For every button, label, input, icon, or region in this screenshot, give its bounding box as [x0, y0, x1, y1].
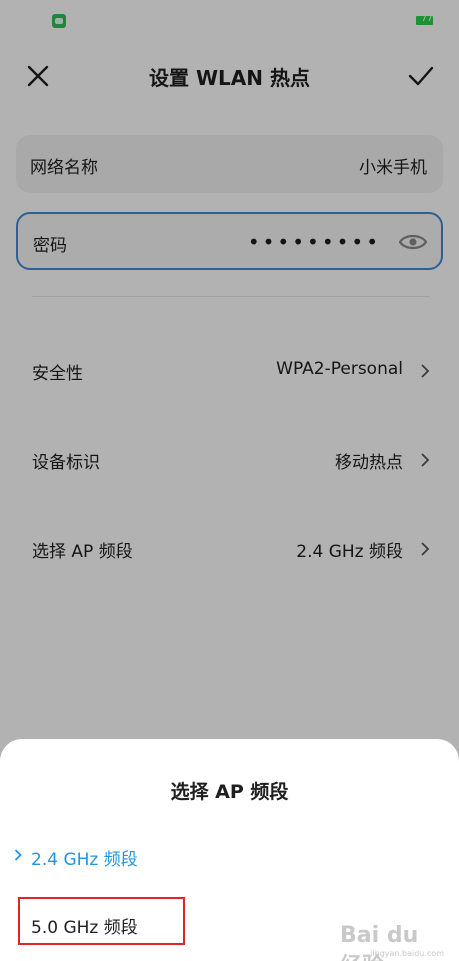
watermark: Bai du 经验 jingyan.baidu.com — [340, 915, 450, 961]
sheet-title: 选择 AP 频段 — [170, 781, 289, 803]
screen: 1:54 4G 77 设置 WLAN 热点 网络名称 小米手机 密码 •••••… — [0, 0, 459, 961]
selected-chevron-icon — [14, 849, 22, 861]
band-picker-sheet: 选择 AP 频段 2.4 GHz 频段 5.0 GHz 频段 Bai du 经验… — [0, 739, 459, 961]
watermark-url: jingyan.baidu.com — [370, 949, 444, 958]
option-2-4ghz[interactable]: 2.4 GHz 频段 — [0, 834, 459, 878]
option-2-4ghz-label: 2.4 GHz 频段 — [31, 850, 138, 870]
highlight-box — [18, 897, 185, 945]
